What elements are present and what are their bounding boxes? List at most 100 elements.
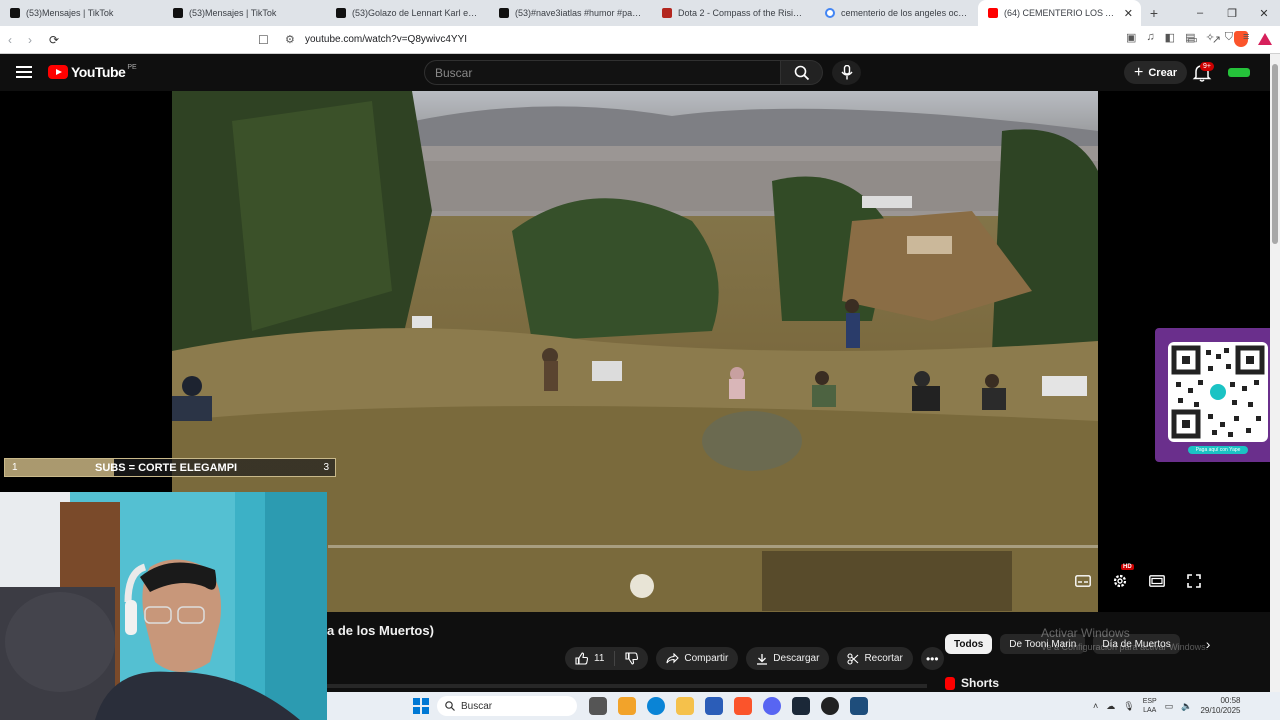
search-button[interactable] — [781, 60, 823, 85]
sidebar-icon[interactable]: ◧ — [1165, 31, 1175, 44]
browser-tab-strip: (53)Mensajes | TikTok (53)Mensajes | Tik… — [0, 0, 1280, 26]
subs-goal-overlay: 1 SUBS = CORTE ELEGAMPI 3 — [4, 458, 336, 477]
chevron-up-icon[interactable]: ˄ — [1093, 701, 1098, 711]
youtube-header: YouTube PE + Crear 9+ — [0, 54, 1280, 91]
tiktok-icon — [499, 8, 509, 18]
language-indicator[interactable]: ESP LAA — [1143, 697, 1157, 715]
thumbs-down-icon — [625, 652, 639, 665]
share-button[interactable]: Compartir — [656, 647, 739, 670]
music-icon[interactable]: ♫ — [1146, 31, 1154, 44]
account-avatar[interactable] — [1228, 68, 1250, 77]
logo-text: YouTube — [71, 64, 126, 80]
discord-icon[interactable] — [763, 697, 781, 715]
video-progress-bar[interactable] — [328, 545, 1098, 548]
taskbar-search[interactable]: Buscar — [437, 696, 577, 716]
cloud-icon[interactable]: ☁ — [1106, 701, 1115, 712]
dislike-button[interactable] — [615, 652, 648, 665]
shorts-icon — [945, 676, 955, 690]
page-scrollbar[interactable] — [1270, 54, 1280, 720]
taskbar-apps — [589, 697, 868, 715]
minimize-button[interactable]: – — [1184, 0, 1216, 26]
file-explorer-icon[interactable] — [676, 697, 694, 715]
plus-icon: + — [1134, 63, 1144, 81]
subs-target: 3 — [323, 462, 329, 473]
window-controls: – ❐ ✕ — [1184, 0, 1280, 26]
clock[interactable]: 00:58 29/10/2025 — [1200, 696, 1240, 716]
hamburger-menu-icon[interactable] — [16, 66, 32, 78]
theater-mode-icon — [1149, 575, 1165, 587]
browser-tab[interactable]: Dota 2 - Compass of the Rising Gale — [652, 0, 815, 26]
shorts-section-header: Shorts — [945, 676, 999, 690]
windows-taskbar: Buscar ˄ ☁ 🎙 ESP LAA ▭ 🔈 00:58 29/10/202… — [327, 692, 1280, 720]
video-info-section: a de los Muertos) 11 Compartir Descargar… — [327, 612, 1270, 692]
browser-tab-active[interactable]: (64) CEMENTERIO LOS ANGELES ✕ — [978, 0, 1141, 26]
new-tab-button[interactable]: + — [1141, 5, 1167, 21]
create-button[interactable]: + Crear — [1124, 61, 1188, 84]
steam-icon[interactable] — [792, 697, 810, 715]
search-input[interactable] — [425, 61, 780, 84]
store-icon[interactable] — [705, 697, 723, 715]
bookmark-icon[interactable]: ☐ — [258, 33, 269, 47]
edge-icon[interactable] — [647, 697, 665, 715]
browser-tab[interactable]: (53)#nave3iatlas #humor #paratiiiiiiii — [489, 0, 652, 26]
subtitles-button[interactable] — [1072, 571, 1094, 591]
back-arrow-icon[interactable]: ‹ — [0, 33, 20, 47]
theater-mode-button[interactable] — [1146, 571, 1168, 591]
shorts-label: Shorts — [961, 676, 1000, 690]
notification-badge: 9+ — [1200, 62, 1214, 71]
voice-search-button[interactable] — [832, 60, 861, 85]
brave-rewards-icon[interactable] — [1257, 31, 1272, 47]
share-arrow-icon — [666, 653, 680, 664]
network-icon[interactable]: ▭ — [1165, 701, 1174, 712]
gear-icon — [1113, 574, 1127, 588]
url-field[interactable]: youtube.com/watch?v=Q8ywivc4YYI — [305, 34, 467, 45]
close-tab-icon[interactable]: ✕ — [1124, 7, 1133, 20]
clip-button[interactable]: Recortar — [837, 647, 913, 670]
tiktok-icon — [336, 8, 346, 18]
close-window-button[interactable]: ✕ — [1248, 0, 1280, 26]
vpn-icon[interactable]: ⛉ — [1225, 31, 1233, 44]
scrollbar-thumb[interactable] — [1272, 64, 1278, 244]
browser-tab[interactable]: (53)Golazo de Lennart Karl en la Bun — [326, 0, 489, 26]
leo-ai-icon[interactable]: ✧ — [1205, 31, 1214, 44]
player-controls: HD — [1072, 564, 1205, 591]
fullscreen-button[interactable] — [1183, 571, 1205, 591]
yape-caption: Paga aquí con Yape — [1188, 446, 1248, 454]
browser-tab[interactable]: cementerio de los angeles ocopilla — [815, 0, 978, 26]
like-button[interactable]: 11 — [565, 651, 616, 666]
lang-code: ESP — [1142, 698, 1157, 705]
tiktok-icon — [10, 8, 20, 18]
video-title: a de los Muertos) — [327, 623, 434, 638]
brave-icon[interactable] — [734, 697, 752, 715]
browser-tab[interactable]: (53)Mensajes | TikTok — [0, 0, 163, 26]
qr-code-icon — [1171, 345, 1265, 439]
microphone-tray-icon[interactable]: 🎙 — [1123, 701, 1134, 712]
youtube-play-icon — [48, 65, 68, 79]
thumbs-up-icon — [575, 652, 588, 665]
task-view-icon[interactable] — [589, 697, 607, 715]
obs-icon[interactable] — [821, 697, 839, 715]
youtube-logo[interactable]: YouTube PE — [48, 64, 137, 80]
volume-icon[interactable]: 🔈 — [1181, 701, 1192, 712]
reload-icon[interactable]: ⟳ — [44, 33, 64, 47]
more-actions-button[interactable]: ••• — [920, 647, 944, 670]
wallet-icon[interactable]: ▣ — [1126, 31, 1136, 44]
clock-date: 29/10/2025 — [1200, 706, 1241, 715]
tab-title: (53)Mensajes | TikTok — [189, 8, 277, 18]
download-button[interactable]: Descargar — [746, 647, 830, 670]
chip-todos[interactable]: Todos — [945, 634, 993, 654]
browser-tab[interactable]: (53)Mensajes | TikTok — [163, 0, 326, 26]
maximize-button[interactable]: ❐ — [1216, 0, 1248, 26]
menu-icon[interactable]: ≡ — [1243, 31, 1249, 44]
settings-button[interactable]: HD — [1109, 564, 1134, 591]
windows-start-icon[interactable] — [413, 698, 429, 714]
app-icon[interactable] — [850, 697, 868, 715]
clip-label: Recortar — [864, 653, 903, 664]
wallet-icon-2[interactable]: ▤ — [1185, 31, 1195, 44]
tab-title: (53)Mensajes | TikTok — [26, 8, 114, 18]
forward-arrow-icon[interactable]: › — [20, 33, 40, 47]
fullscreen-icon — [1187, 574, 1201, 588]
video-actions: 11 Compartir Descargar Recortar ••• — [565, 647, 944, 670]
copilot-icon[interactable] — [618, 697, 636, 715]
site-info-icon[interactable]: ⚙ — [285, 33, 295, 46]
